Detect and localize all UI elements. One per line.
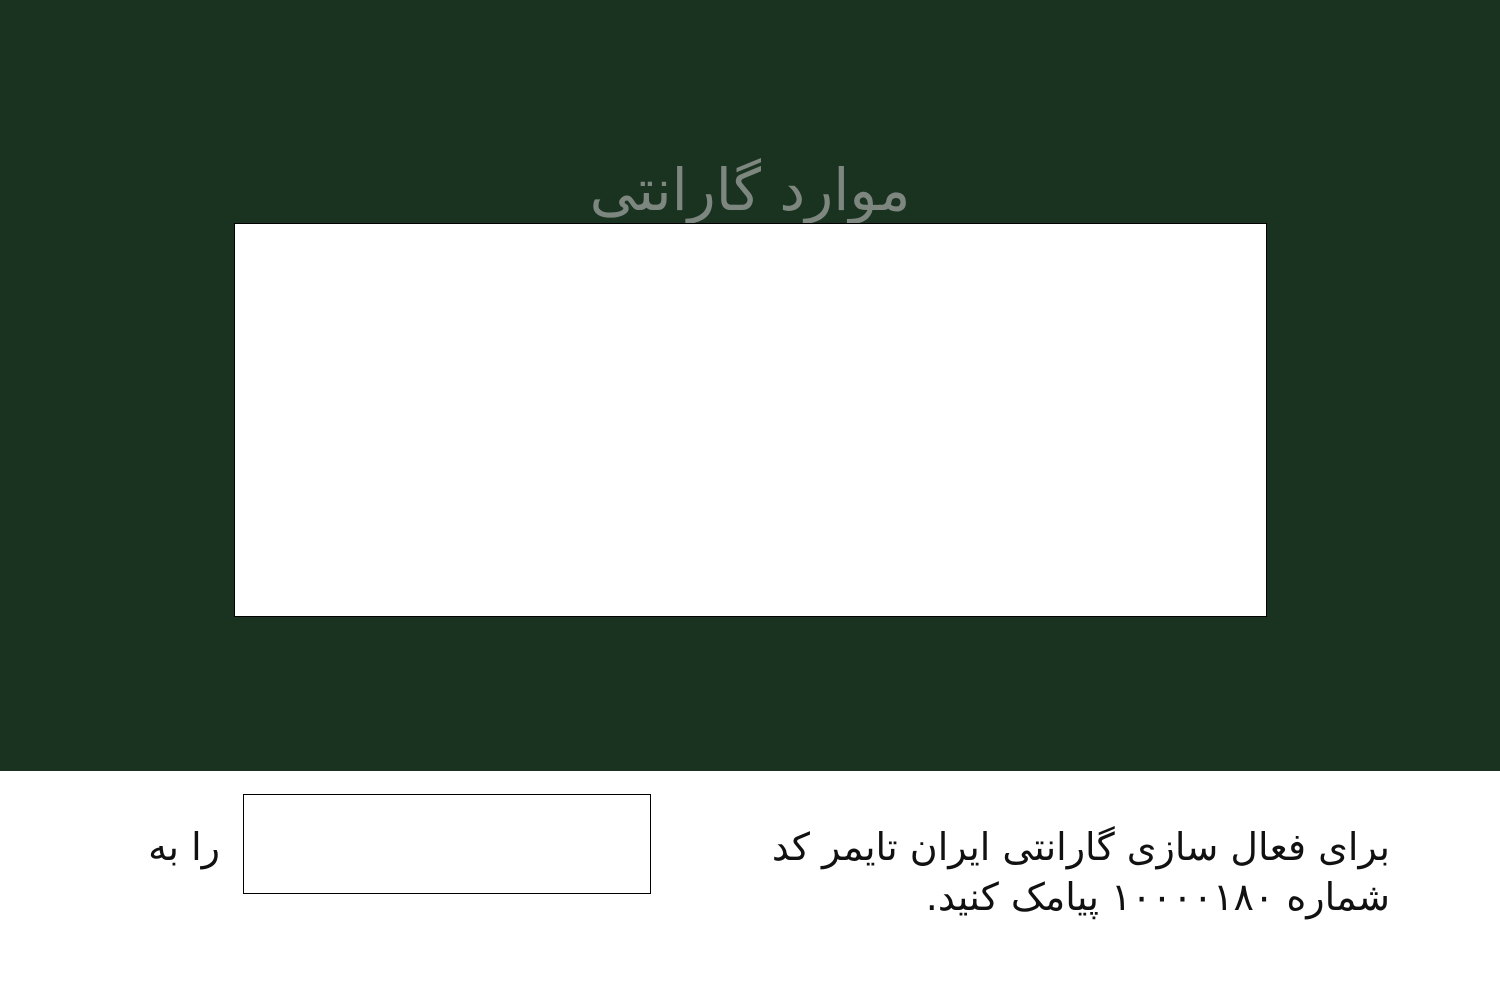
warranty-content-box — [234, 223, 1267, 617]
activation-trailing-text: را به — [148, 825, 220, 869]
activation-instructions-line1: برای فعال سازی گارانتی ایران تایمر کد — [771, 825, 1390, 869]
activation-instructions: برای فعال سازی گارانتی ایران تایمر کد شم… — [680, 822, 1390, 922]
warranty-panel: موارد گارانتی — [0, 0, 1500, 771]
section-title: موارد گارانتی — [589, 156, 911, 224]
activation-code-input[interactable] — [243, 794, 651, 894]
activation-instructions-line2: شماره ۱۰۰۰۰۱۸۰ پیامک کنید. — [925, 875, 1390, 919]
